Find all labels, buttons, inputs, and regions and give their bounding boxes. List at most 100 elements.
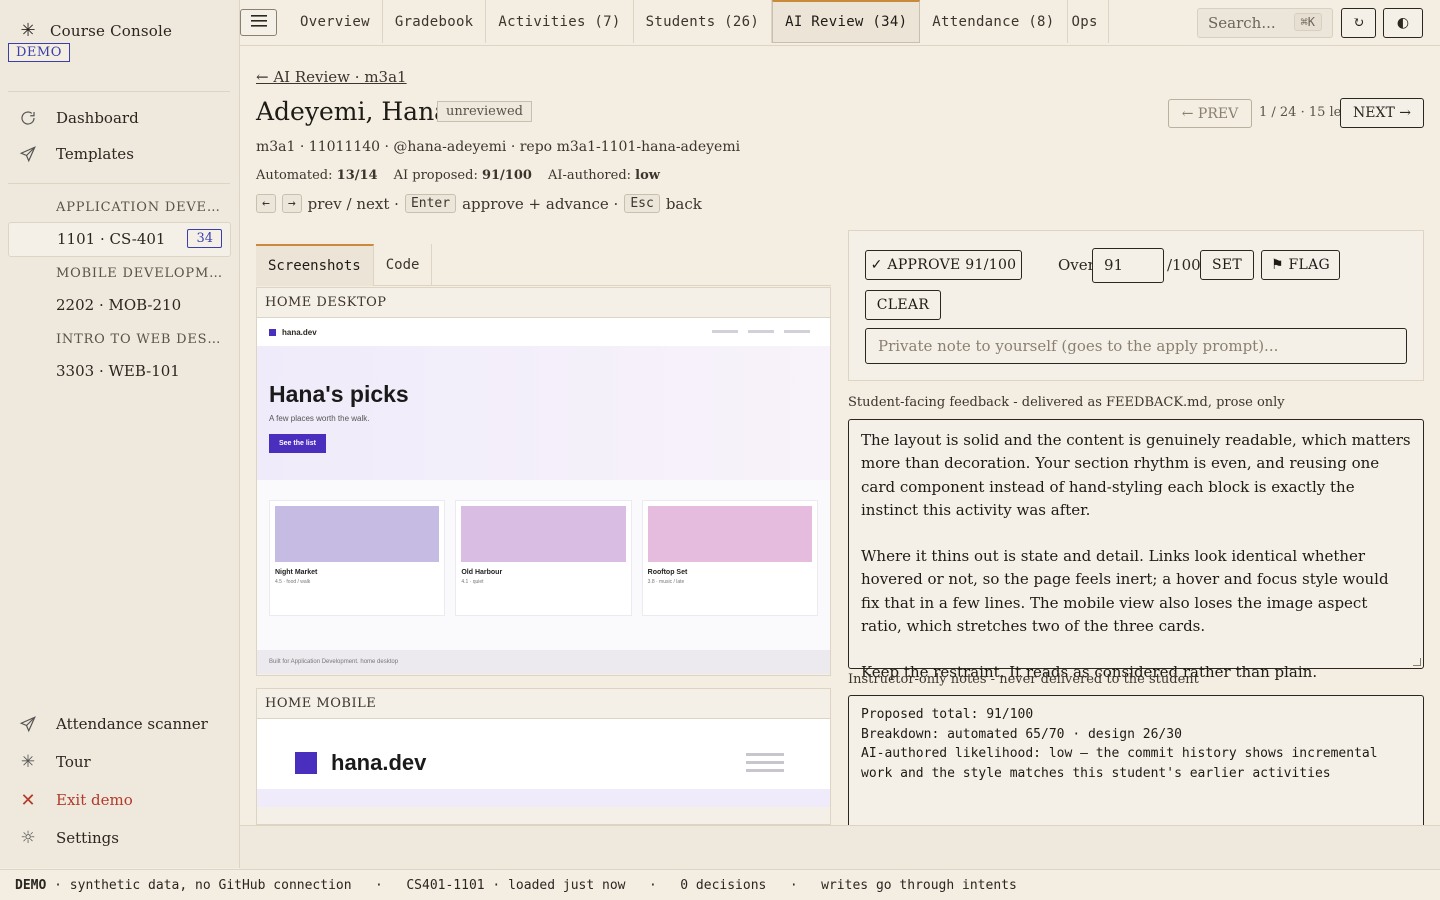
card-title: Rooftop Set [647,569,688,576]
sidebar-divider [8,91,230,92]
right-key: → [281,194,302,213]
sidebar: ✳ Course Console DEMO Dashboard Template… [0,0,240,868]
asterisk-icon: ✳ [20,752,36,772]
hero-strip [257,789,830,807]
desktop-screenshot-card: HOME DESKTOP hana.dev Hana's picks A few… [256,287,831,676]
feedback-paragraph: The layout is solid and the content is g… [861,431,1411,519]
course-label: 1101 · CS-401 [57,230,166,248]
automated-stat: Automated: 13/14 [256,168,378,183]
status-bar: DEMO · synthetic data, no GitHub connect… [0,869,1440,900]
hero-cta: See the list [269,434,326,453]
card-image [647,506,812,562]
submission-meta: m3a1 · 11011140 · @hana-adeyemi · repo m… [256,139,741,155]
esc-key: Esc [624,194,660,213]
flag-button[interactable]: ⚑ FLAG [1261,250,1340,280]
back-link[interactable]: ← AI Review · m3a1 [256,68,407,86]
card-subtitle: 3.8 · music / late [647,579,685,585]
esc-hint: back [665,194,702,213]
card-title: Old Harbour [461,569,503,576]
prev-button[interactable]: ← PREV [1168,99,1252,128]
tab-ai-review[interactable]: AI Review (34) [772,0,921,43]
sidebar-course-web101[interactable]: 3303 · WEB-101 [56,362,180,380]
site-header: hana.dev [257,318,830,346]
asterisk-icon: ✳ [20,20,36,41]
override-input[interactable]: 91 [1092,248,1164,283]
refresh-icon [18,108,38,128]
sidebar-item-label: Attendance scanner [56,715,208,733]
sidebar-course-cs401[interactable]: 1101 · CS-401 34 [8,222,231,257]
clear-button[interactable]: CLEAR [865,290,941,320]
resize-handle[interactable] [1413,658,1421,666]
brand[interactable]: ✳ Course Console [18,20,172,41]
sidebar-item-label: Tour [56,753,91,771]
mobile-screenshot-card: HOME MOBILE hana.dev [256,688,831,825]
status-text: · synthetic data, no GitHub connection ·… [46,877,1017,893]
sidebar-divider [8,183,230,184]
proposed-stat: AI proposed: 91/100 [393,168,532,183]
enter-key: Enter [404,194,457,213]
close-icon: ✕ [20,789,36,811]
site-footer: Built for Application Development. home … [257,650,830,674]
sidebar-item-label: Exit demo [56,791,133,809]
mobile-screenshot: hana.dev [257,719,830,807]
tab-gradebook[interactable]: Gradebook [383,0,487,43]
set-button[interactable]: SET [1200,250,1254,280]
tab-activities[interactable]: Activities (7) [486,0,634,43]
sidebar-item-tour[interactable]: ✳ Tour [18,752,91,772]
send-icon [18,144,38,164]
private-note-input[interactable]: Private note to yourself (goes to the ap… [865,328,1407,364]
tab-screenshots[interactable]: Screenshots [256,244,374,286]
sidebar-item-attendance-scanner[interactable]: Attendance scanner [18,714,208,734]
tab-overview[interactable]: Overview [288,0,383,43]
site-logo-icon [269,328,276,336]
demo-label: DEMO [15,877,47,893]
hamburger-icon [746,753,784,772]
course-group-label: APPLICATION DEVELO... [56,200,226,215]
brand-name: Course Console [50,21,173,40]
hamburger-icon [250,14,267,31]
position-indicator: 1 / 24 · 15 left [1259,105,1352,120]
feedback-textarea[interactable]: The layout is solid and the content is g… [848,419,1424,681]
card-title: Night Market [275,569,318,576]
content-footer [240,825,1440,869]
card-subtitle: 4.1 · quiet [461,579,484,585]
sidebar-course-mob210[interactable]: 2202 · MOB-210 [56,296,181,314]
site-logo-icon [295,752,317,774]
tab-students[interactable]: Students (26) [634,0,773,43]
site-card: Old Harbour 4.1 · quiet [455,500,632,616]
card-image [275,506,440,562]
status-badge: unreviewed [437,101,532,122]
next-button[interactable]: NEXT → [1340,98,1424,128]
tab-ops[interactable]: Ops [1068,0,1109,43]
theme-toggle-button[interactable]: ◐ [1383,8,1423,38]
search-shortcut-badge: ⌘K [1293,13,1322,31]
tab-attendance[interactable]: Attendance (8) [920,0,1068,43]
hero-subtitle: A few places worth the walk. [269,414,370,423]
menu-button[interactable] [240,9,277,36]
sidebar-item-templates[interactable]: Templates [18,144,134,164]
approve-button[interactable]: ✓ APPROVE 91/100 [865,250,1022,280]
refresh-button[interactable]: ↻ [1341,8,1376,38]
sidebar-item-dashboard[interactable]: Dashboard [18,108,139,128]
search-input[interactable]: Search... ⌘K [1197,8,1333,38]
card-image [461,506,626,562]
course-group-label: INTRO TO WEB DESIGN [56,332,226,347]
send-icon [18,714,38,734]
enter-hint: approve + advance · [462,194,619,213]
course-group-label: MOBILE DEVELOPME... [56,266,226,281]
gear-icon: ☼ [20,828,36,848]
instructor-notes-label: Instructor-only notes - never delivered … [848,672,1199,687]
sidebar-item-label: Settings [56,829,119,847]
tab-code[interactable]: Code [374,244,433,286]
instructor-notes-textarea[interactable]: Proposed total: 91/100 Breakdown: automa… [848,695,1424,835]
screenshot-title: HOME DESKTOP [257,288,830,318]
screenshot-title: HOME MOBILE [257,689,830,719]
sidebar-item-exit-demo[interactable]: ✕ Exit demo [18,789,133,811]
site-name: hana.dev [331,750,427,775]
site-card: Night Market 4.5 · food / walk [269,500,446,616]
site-cards: Night Market 4.5 · food / walk Old Harbo… [257,480,830,650]
desktop-screenshot: hana.dev Hana's picks A few places worth… [257,318,830,674]
sidebar-item-settings[interactable]: ☼ Settings [18,828,119,848]
override-suffix: /100 [1167,256,1201,274]
feedback-label: Student-facing feedback - delivered as F… [848,395,1285,410]
